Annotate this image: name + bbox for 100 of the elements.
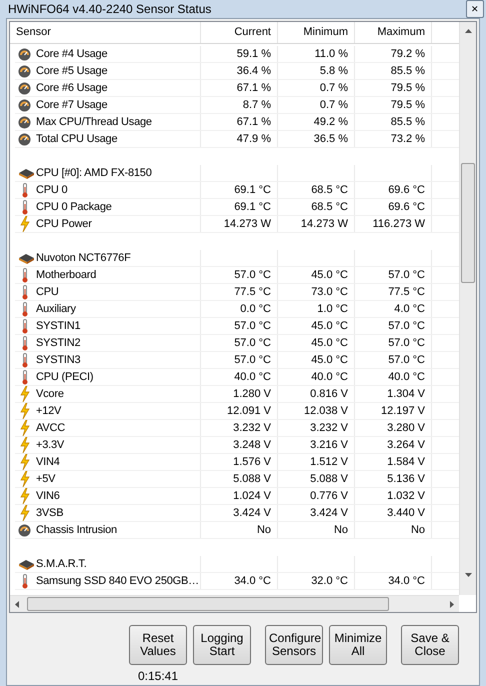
sensor-value: No <box>256 522 271 538</box>
gauge-icon <box>18 132 31 146</box>
sensor-name: AVCC <box>36 420 65 436</box>
horizontal-scrollbar[interactable] <box>10 595 459 612</box>
sensor-value: 3.280 V <box>387 420 425 436</box>
sensor-value: 12.091 V <box>226 404 271 419</box>
sensor-value: 57.0 °C <box>234 336 271 351</box>
sensor-value: 0.776 V <box>310 488 348 504</box>
sensor-name: CPU <box>36 284 59 300</box>
sensor-value: 3.424 V <box>233 506 271 521</box>
lightning-bolt-icon <box>20 505 30 521</box>
sensor-value: 3.424 V <box>310 506 348 521</box>
sensor-name: +12V <box>36 404 62 419</box>
sensor-name: CPU 0 <box>36 182 68 198</box>
chip-icon <box>18 252 35 264</box>
window-title: HWiNFO64 v4.40-2240 Sensor Status <box>8 1 212 18</box>
sensor-value: 57.0 °C <box>388 318 425 334</box>
sensor-name: CPU 0 Package <box>36 200 112 215</box>
sensor-value: 40.0 °C <box>311 370 348 385</box>
sensor-name: SYSTIN1 <box>36 318 80 334</box>
sensor-value: 77.5 °C <box>388 284 425 300</box>
vertical-scrollbar[interactable] <box>459 22 476 595</box>
sensor-value: 1.0 °C <box>317 302 348 317</box>
sensor-value: 1.512 V <box>310 454 348 470</box>
lightning-bolt-icon <box>20 386 30 402</box>
sensor-value: 45.0 °C <box>311 268 348 283</box>
sensor-value: 5.8 % <box>320 64 348 79</box>
sensor-value: No <box>410 522 425 538</box>
sensor-value: 5.088 V <box>233 472 271 487</box>
sensor-value: 85.5 % <box>390 64 425 79</box>
sensor-value: 36.5 % <box>314 132 348 147</box>
sensor-value: 79.5 % <box>390 98 425 113</box>
sensor-value: 1.304 V <box>387 386 425 402</box>
sensor-value: 68.5 °C <box>311 182 348 198</box>
toolbar-button[interactable]: Configure Sensors <box>265 625 323 665</box>
sensor-name: Nuvoton NCT6776F <box>36 250 131 266</box>
column-header[interactable]: Maximum <box>355 22 432 43</box>
sensor-value: 8.7 % <box>242 98 271 113</box>
toolbar-button[interactable]: Save & Close <box>401 625 459 665</box>
sensor-value: No <box>334 522 348 538</box>
sensor-value: 116.273 W <box>372 216 425 232</box>
sensor-value: 3.232 V <box>310 420 348 436</box>
sensor-value: 1.280 V <box>233 386 271 402</box>
sensor-value: 3.232 V <box>233 420 271 436</box>
column-header[interactable]: Current <box>201 22 278 43</box>
gauge-icon <box>18 48 31 60</box>
sensor-value: 49.2 % <box>314 114 348 130</box>
sensor-value: 11.0 % <box>314 46 348 62</box>
column-header[interactable]: Minimum <box>278 22 355 43</box>
sensor-name: Core #7 Usage <box>36 98 108 113</box>
gauge-icon <box>18 116 31 128</box>
sensor-value: 3.264 V <box>387 438 425 453</box>
elapsed-time: 0:15:41 <box>138 668 178 685</box>
sensor-name: +3.3V <box>36 438 64 453</box>
close-button[interactable]: ✕ <box>466 0 484 18</box>
sensor-value: 32.0 °C <box>311 574 348 589</box>
sensor-value: 34.0 °C <box>234 574 271 589</box>
sensor-name: Motherboard <box>36 268 96 283</box>
sensor-name: VIN4 <box>36 454 60 470</box>
sensor-name: Chassis Intrusion <box>36 522 117 538</box>
sensor-name: Total CPU Usage <box>36 132 118 147</box>
lightning-bolt-icon <box>20 403 30 419</box>
toolbar-button[interactable]: Logging Start <box>193 625 251 665</box>
sensor-value: 12.197 V <box>380 404 425 419</box>
sensor-value: 45.0 °C <box>311 352 348 368</box>
toolbar-button[interactable]: Reset Values <box>129 625 187 665</box>
sensor-value: 0.7 % <box>320 98 348 113</box>
sensor-value: 67.1 % <box>236 114 271 130</box>
sensor-value: 85.5 % <box>390 114 425 130</box>
sensor-value: 0.0 °C <box>240 302 271 317</box>
sensor-name: Core #4 Usage <box>36 46 108 62</box>
sensor-name: CPU [#0]: AMD FX-8150 <box>36 166 152 181</box>
sensor-name: Core #6 Usage <box>36 80 108 96</box>
sensor-value: 59.1 % <box>236 46 271 62</box>
sensor-value: 0.816 V <box>310 386 348 402</box>
sensor-name: SYSTIN3 <box>36 352 80 368</box>
sensor-value: 14.273 W <box>224 216 271 232</box>
sensor-value: 5.088 V <box>310 472 348 487</box>
sensor-value: 73.2 % <box>390 132 425 147</box>
sensor-value: 79.5 % <box>390 80 425 96</box>
thermometer-icon <box>21 302 29 316</box>
sensor-value: 57.0 °C <box>234 352 271 368</box>
thermometer-icon <box>21 574 29 588</box>
thermometer-icon <box>21 352 29 368</box>
scrollbar-thumb[interactable] <box>461 163 475 283</box>
sensor-name: SYSTIN2 <box>36 336 80 351</box>
toolbar-button[interactable]: Minimize All <box>329 625 387 665</box>
column-header[interactable]: Sensor <box>10 22 201 43</box>
sensor-value: 45.0 °C <box>311 318 348 334</box>
scrollbar-thumb[interactable] <box>27 597 389 611</box>
scroll-up-icon <box>464 29 472 33</box>
thermometer-icon <box>21 200 29 214</box>
sensor-name: Auxiliary <box>36 302 76 317</box>
lightning-bolt-icon <box>20 488 30 504</box>
sensor-name: Core #5 Usage <box>36 64 108 79</box>
lightning-bolt-icon <box>20 471 30 487</box>
sensor-name: VIN6 <box>36 488 60 504</box>
sensor-value: 69.1 °C <box>234 200 271 215</box>
lightning-bolt-icon <box>20 437 30 453</box>
sensor-value: 68.5 °C <box>311 200 348 215</box>
